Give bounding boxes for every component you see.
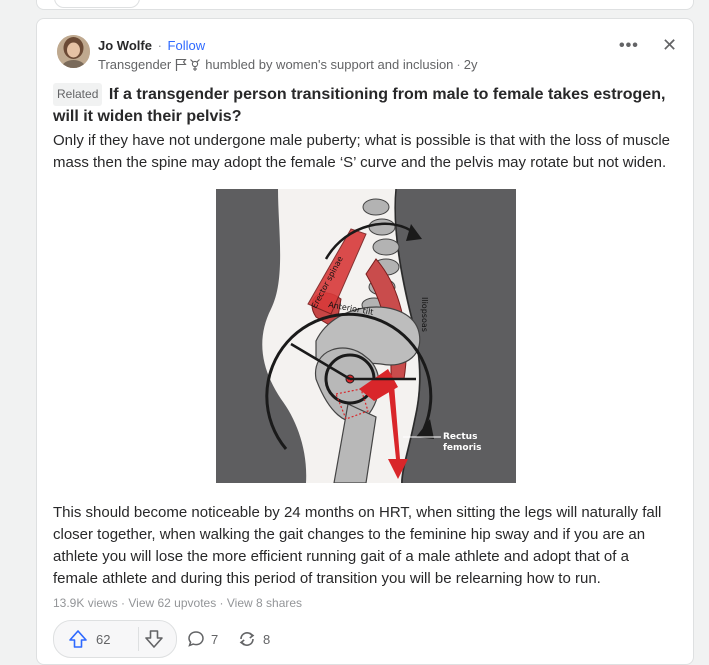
vote-divider (138, 627, 139, 651)
flag-icon (175, 58, 187, 71)
pelvis-tilt-diagram: Erector spinae Anterior tilt Iliopsoas R… (216, 189, 516, 483)
answer-paragraph-2: This should become noticeable by 24 mont… (53, 504, 662, 587)
label-rectus: Rectus (443, 432, 477, 442)
related-question[interactable]: Related If a transgender person transiti… (53, 83, 673, 127)
follow-button[interactable]: Follow (168, 38, 206, 53)
author-name[interactable]: Jo Wolfe (98, 38, 152, 53)
previous-vote-pill[interactable] (54, 0, 140, 8)
label-femoris: femoris (443, 443, 481, 453)
vote-pill: 62 (53, 620, 177, 658)
separator-dot: · (456, 57, 461, 72)
view-upvotes-link[interactable]: View 62 upvotes (128, 596, 216, 610)
credential-line: Transgender humbled by women's support a… (98, 57, 478, 72)
more-icon[interactable]: ••• (619, 37, 639, 55)
views-count: 13.9K views (53, 596, 118, 610)
stats-line: 13.9K views · View 62 upvotes · View 8 s… (53, 596, 302, 610)
related-badge: Related (53, 83, 103, 106)
credential-text[interactable]: humbled by women's support and inclusion (205, 57, 453, 72)
close-icon[interactable]: ✕ (662, 35, 677, 56)
question-text[interactable]: If a transgender person transitioning fr… (53, 86, 665, 125)
downvote-button[interactable] (144, 629, 164, 654)
downvote-icon (145, 630, 163, 648)
label-iliopsoas: Iliopsoas (420, 297, 429, 332)
share-button[interactable]: 8 (237, 630, 270, 648)
avatar[interactable] (57, 35, 90, 68)
comments-button[interactable]: 7 (187, 630, 218, 648)
comment-count: 7 (211, 631, 219, 647)
view-shares-link[interactable]: View 8 shares (227, 596, 302, 610)
answer-card: Jo Wolfe · Follow Transgender humbled by… (36, 18, 694, 665)
upvote-button[interactable]: 62 (68, 629, 110, 649)
share-icon (239, 632, 255, 646)
transgender-symbol-icon (189, 58, 201, 72)
stats-separator: · (117, 596, 129, 610)
post-time[interactable]: 2y (464, 57, 478, 72)
credential-prefix: Transgender (98, 57, 172, 72)
separator-dot: · (157, 38, 162, 53)
answer-paragraph-1: Only if they have not undergone male pub… (53, 132, 670, 171)
author-line: Jo Wolfe · Follow (98, 38, 205, 53)
upvote-icon (69, 630, 87, 648)
stats-separator: · (216, 596, 227, 610)
avatar-image (57, 35, 90, 68)
upvote-count: 62 (96, 631, 111, 647)
comment-icon (188, 631, 204, 647)
share-count: 8 (263, 631, 271, 647)
